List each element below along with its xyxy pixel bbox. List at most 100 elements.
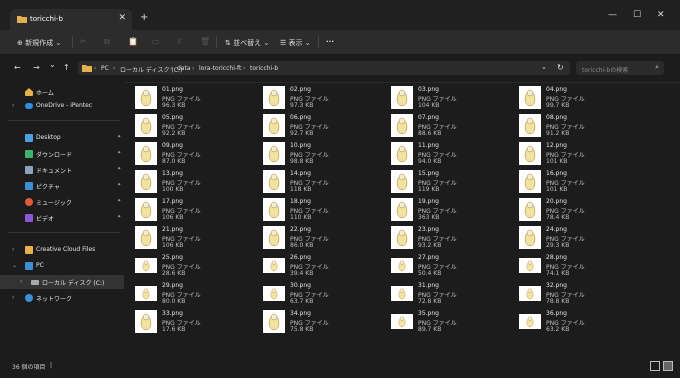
file-tile[interactable]: 08.png PNG ファイル 91.2 KB	[509, 112, 634, 139]
file-name: 24.png	[546, 226, 567, 233]
file-name: 01.png	[162, 86, 183, 93]
file-tile[interactable]: 12.png PNG ファイル 101 KB	[509, 140, 634, 167]
file-tile[interactable]: 20.png PNG ファイル 78.4 KB	[509, 196, 634, 223]
file-tile[interactable]: 32.png PNG ファイル 78.8 KB	[509, 280, 634, 307]
file-tile[interactable]: 33.png PNG ファイル 17.6 KB	[125, 308, 250, 335]
image-thumbnail	[391, 170, 413, 193]
breadcrumb-data[interactable]: data	[177, 65, 191, 72]
more-options-button[interactable]: ···	[326, 38, 334, 46]
download-icon	[25, 150, 33, 158]
file-tile[interactable]: 35.png PNG ファイル 89.7 KB	[381, 308, 506, 335]
sidebar-item-documents[interactable]: ドキュメント ✦	[0, 163, 124, 177]
file-size: 28.6 KB	[162, 270, 186, 277]
back-button[interactable]: ←	[14, 63, 21, 72]
breadcrumb-toricchi-b[interactable]: toricchi-b	[250, 65, 278, 72]
file-tile[interactable]: 34.png PNG ファイル 75.8 KB	[253, 308, 378, 335]
file-tile[interactable]: 23.png PNG ファイル 93.2 KB	[381, 224, 506, 251]
sidebar-item-local-disk[interactable]: › ローカル ディスク (C:)	[0, 275, 124, 289]
file-tile[interactable]: 15.png PNG ファイル 119 KB	[381, 168, 506, 195]
sidebar-item-downloads[interactable]: ダウンロード ✦	[0, 147, 124, 161]
details-view-icon[interactable]	[650, 361, 660, 371]
file-tile[interactable]: 03.png PNG ファイル 104 KB	[381, 84, 506, 111]
file-tile[interactable]: 11.png PNG ファイル 94.0 KB	[381, 140, 506, 167]
up-button[interactable]: ↑	[63, 63, 70, 72]
file-name: 31.png	[418, 282, 439, 289]
breadcrumb-pc[interactable]: PC	[101, 65, 109, 72]
file-tile[interactable]: 30.png PNG ファイル 63.7 KB	[253, 280, 378, 307]
file-tile[interactable]: 18.png PNG ファイル 110 KB	[253, 196, 378, 223]
file-tile[interactable]: 36.png PNG ファイル 63.2 KB	[509, 308, 634, 335]
file-tile[interactable]: 09.png PNG ファイル 87.0 KB	[125, 140, 250, 167]
breadcrumb-lora-toricchi-ft[interactable]: lora-toricchi-ft	[199, 65, 241, 72]
file-tile[interactable]: 27.png PNG ファイル 50.4 KB	[381, 252, 506, 279]
address-dropdown-icon[interactable]: ⌄	[541, 63, 547, 71]
recent-locations-button[interactable]: ⌄	[49, 60, 56, 69]
file-tile[interactable]: 22.png PNG ファイル 86.0 KB	[253, 224, 378, 251]
file-tile[interactable]: 28.png PNG ファイル 74.1 KB	[509, 252, 634, 279]
file-tile[interactable]: 26.png PNG ファイル 39.4 KB	[253, 252, 378, 279]
view-button[interactable]: ☰ 表示 ⌄	[280, 38, 311, 48]
maximize-button[interactable]: ☐	[633, 10, 641, 20]
file-tile[interactable]: 17.png PNG ファイル 106 KB	[125, 196, 250, 223]
sidebar-item-videos[interactable]: ビデオ ✦	[0, 211, 124, 225]
file-size: 63.2 KB	[546, 326, 570, 333]
file-tile[interactable]: 06.png PNG ファイル 92.7 KB	[253, 112, 378, 139]
sidebar-item-pictures[interactable]: ピクチャ ✦	[0, 179, 124, 193]
file-tile[interactable]: 07.png PNG ファイル 88.6 KB	[381, 112, 506, 139]
file-tile[interactable]: 31.png PNG ファイル 72.8 KB	[381, 280, 506, 307]
sidebar-item-pc[interactable]: ⌄ PC	[0, 259, 124, 273]
image-thumbnail	[263, 310, 285, 333]
file-name: 02.png	[290, 86, 311, 93]
tab-close-icon[interactable]: ✕	[118, 13, 126, 23]
search-box[interactable]: toricchi-bの検索 ⌕	[576, 61, 664, 75]
sidebar-item-creative-cloud[interactable]: › Creative Cloud Files	[0, 243, 124, 257]
tab-toricchi-b[interactable]: toricchi-b ✕	[10, 9, 132, 30]
address-bar[interactable]: › PC › ローカル ディスク (C:) › data › lora-tori…	[78, 61, 570, 75]
file-size: 29.3 KB	[546, 242, 570, 249]
minimize-button[interactable]: —	[608, 10, 617, 20]
sidebar-item-network[interactable]: › ネットワーク	[0, 291, 124, 305]
sidebar-item-music[interactable]: ミュージック ✦	[0, 195, 124, 209]
creative-cloud-icon	[25, 246, 33, 254]
copy-icon[interactable]: ⧉	[104, 37, 110, 47]
chevron-right-icon[interactable]: ›	[12, 246, 14, 253]
sort-button[interactable]: ⇅ 並べ替え ⌄	[225, 38, 269, 48]
file-size: 96.3 KB	[162, 102, 186, 109]
sidebar-item-onedrive[interactable]: › OneDrive - iPentec	[0, 99, 124, 113]
close-button[interactable]: ✕	[657, 10, 665, 20]
refresh-button[interactable]: ↻	[557, 63, 564, 72]
file-tile[interactable]: 05.png PNG ファイル 92.2 KB	[125, 112, 250, 139]
new-button[interactable]: ⊕ 新規作成 ⌄	[17, 38, 61, 48]
chevron-right-icon[interactable]: ›	[12, 294, 14, 301]
file-tile[interactable]: 13.png PNG ファイル 100 KB	[125, 168, 250, 195]
file-tile[interactable]: 16.png PNG ファイル 101 KB	[509, 168, 634, 195]
file-tile[interactable]: 01.png PNG ファイル 96.3 KB	[125, 84, 250, 111]
chevron-right-icon[interactable]: ›	[20, 278, 22, 285]
file-tile[interactable]: 14.png PNG ファイル 118 KB	[253, 168, 378, 195]
file-size: 50.4 KB	[418, 270, 442, 277]
rename-icon[interactable]: ▭	[152, 37, 160, 46]
image-thumbnail	[263, 86, 285, 109]
sidebar-item-home[interactable]: ホーム	[0, 85, 124, 99]
new-tab-button[interactable]: +	[140, 12, 148, 23]
file-tile[interactable]: 24.png PNG ファイル 29.3 KB	[509, 224, 634, 251]
paste-icon[interactable]: 📋	[128, 37, 138, 46]
file-tile[interactable]: 02.png PNG ファイル 97.3 KB	[253, 84, 378, 111]
share-icon[interactable]: ⇪	[176, 37, 183, 46]
file-tile[interactable]: 04.png PNG ファイル 99.7 KB	[509, 84, 634, 111]
delete-icon[interactable]: 🗑	[200, 37, 210, 46]
image-thumbnail	[519, 198, 541, 221]
chevron-right-icon[interactable]: ›	[12, 102, 14, 109]
breadcrumb-local-disk[interactable]: ローカル ディスク (C:)	[120, 65, 182, 74]
file-tile[interactable]: 19.png PNG ファイル 363 KB	[381, 196, 506, 223]
tiles-view-icon[interactable]	[663, 361, 673, 371]
pin-icon: ✦	[117, 214, 122, 220]
file-tile[interactable]: 10.png PNG ファイル 98.8 KB	[253, 140, 378, 167]
file-tile[interactable]: 29.png PNG ファイル 80.0 KB	[125, 280, 250, 307]
chevron-down-icon[interactable]: ⌄	[12, 262, 17, 269]
forward-button[interactable]: →	[33, 63, 40, 72]
cut-icon[interactable]: ✂	[80, 37, 87, 46]
file-tile[interactable]: 21.png PNG ファイル 106 KB	[125, 224, 250, 251]
file-tile[interactable]: 25.png PNG ファイル 28.6 KB	[125, 252, 250, 279]
sidebar-item-desktop[interactable]: Desktop ✦	[0, 131, 124, 145]
